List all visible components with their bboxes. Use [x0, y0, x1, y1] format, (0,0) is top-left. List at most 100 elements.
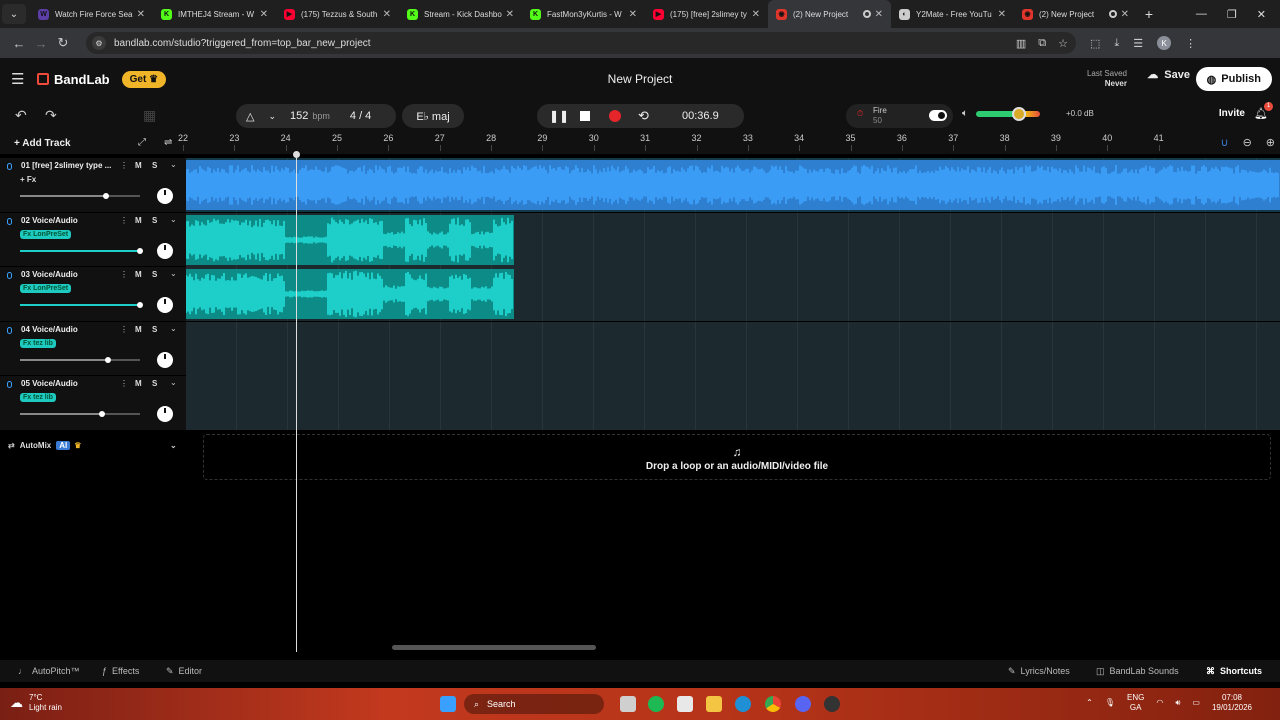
- mixer-icon[interactable]: ⇌: [164, 137, 172, 148]
- forward-icon[interactable]: →: [30, 36, 52, 51]
- browser-tab[interactable]: ▶ (175) Tezzus & South ✕: [276, 0, 399, 28]
- editor-button[interactable]: ✎ Editor: [166, 666, 202, 677]
- browser-menu-icon[interactable]: ⋮: [1185, 37, 1196, 50]
- track-lane[interactable]: [185, 212, 1280, 267]
- clock[interactable]: 07:08 19/01/2026: [1212, 693, 1252, 713]
- effects-button[interactable]: ƒ Effects: [102, 666, 139, 676]
- track-fx-button[interactable]: Fx tez lib: [20, 338, 56, 348]
- metronome-icon[interactable]: △: [246, 110, 254, 123]
- discord-icon[interactable]: [795, 696, 811, 712]
- loop-icon[interactable]: ⟲: [638, 108, 649, 124]
- language-indicator[interactable]: ENG GA: [1127, 693, 1144, 713]
- invite-button[interactable]: Invite: [1219, 108, 1245, 119]
- tab-close-icon[interactable]: ✕: [629, 9, 637, 20]
- browser-tab[interactable]: K Stream - Kick Dashbo ✕: [399, 0, 522, 28]
- tab-close-icon[interactable]: ✕: [998, 9, 1006, 20]
- track-fx-button[interactable]: Fx tez lib: [20, 393, 56, 402]
- address-bar[interactable]: ⚙ bandlab.com/studio?triggered_from=top_…: [86, 32, 1076, 54]
- track-expand-icon[interactable]: ⌄: [170, 378, 177, 387]
- volume-thumb[interactable]: [98, 411, 105, 417]
- track-volume-slider[interactable]: [20, 411, 140, 417]
- browser-tab[interactable]: ▶ (175) [free] 2slimey ty ✕: [645, 0, 768, 28]
- site-info-icon[interactable]: ⚙: [92, 36, 106, 50]
- tab-close-icon[interactable]: ✕: [506, 9, 514, 20]
- track-options-icon[interactable]: ⋮: [120, 216, 128, 225]
- install-app-icon[interactable]: ⧉: [1038, 37, 1046, 50]
- browser-tab[interactable]: W Watch Fire Force Sea ✕: [30, 0, 153, 28]
- undo-icon[interactable]: ↶: [15, 107, 27, 124]
- pan-knob[interactable]: [157, 188, 173, 204]
- track-volume-slider[interactable]: [20, 247, 143, 254]
- weather-widget[interactable]: ☁ 7°C Light rain: [10, 693, 62, 713]
- track-name[interactable]: 03 Voice/Audio: [21, 270, 117, 279]
- key-selector[interactable]: E♭ maj: [402, 104, 464, 128]
- lyrics-notes-button[interactable]: ✎ Lyrics/Notes: [1008, 666, 1070, 677]
- track-header[interactable]: 01 [free] 2slimey type ... ⋮ M S ⌄ + Fx: [0, 158, 186, 213]
- track-volume-slider[interactable]: [20, 193, 140, 199]
- profile-avatar[interactable]: K: [1157, 36, 1172, 50]
- record-icon[interactable]: [609, 110, 621, 122]
- track-lanes[interactable]: [185, 158, 1280, 430]
- solo-button[interactable]: S: [152, 216, 157, 225]
- track-name[interactable]: 04 Voice/Audio: [21, 325, 117, 334]
- volume-thumb[interactable]: [137, 247, 143, 254]
- browser-tab[interactable]: ◉ (2) New Project ✕: [1014, 0, 1137, 28]
- store-icon[interactable]: [677, 696, 693, 712]
- audio-clip[interactable]: [185, 269, 514, 319]
- volume-slider-knob[interactable]: [1012, 106, 1026, 121]
- solo-button[interactable]: S: [152, 325, 157, 334]
- task-view-icon[interactable]: [620, 696, 636, 712]
- track-volume-slider[interactable]: [20, 302, 143, 308]
- browser-tab[interactable]: K FastMon3yKurtis - W ✕: [522, 0, 645, 28]
- speaker-mute-icon[interactable]: 🔈︎: [962, 108, 968, 119]
- stop-icon[interactable]: [580, 111, 590, 121]
- bpm-value[interactable]: 152: [290, 110, 308, 122]
- reading-mode-icon[interactable]: ▥: [1016, 37, 1026, 50]
- browser-tab[interactable]: ◐ Y2Mate - Free YouTu ✕: [891, 0, 1014, 28]
- track-name[interactable]: 02 Voice/Audio: [21, 216, 117, 225]
- track-name[interactable]: 01 [free] 2slimey type ...: [21, 161, 117, 170]
- playhead[interactable]: [293, 151, 300, 652]
- tray-chevron-icon[interactable]: ⌃: [1086, 698, 1093, 708]
- magnet-snap-icon[interactable]: ∪: [1221, 136, 1229, 149]
- publish-button[interactable]: ◍ Publish: [1195, 67, 1272, 91]
- tab-close-icon[interactable]: ✕: [137, 9, 145, 20]
- tab-close-icon[interactable]: ✕: [752, 9, 760, 20]
- pan-knob[interactable]: [157, 351, 173, 368]
- volume-thumb[interactable]: [137, 302, 143, 308]
- tab-close-icon[interactable]: ✕: [875, 9, 883, 20]
- get-membership-button[interactable]: Get ♛: [121, 70, 167, 88]
- tab-search-button[interactable]: ⌄: [2, 4, 26, 24]
- tab-close-icon[interactable]: ✕: [260, 9, 268, 20]
- speaker-icon[interactable]: 🔊︎: [1175, 698, 1180, 708]
- track-expand-icon[interactable]: ⌄: [170, 324, 177, 333]
- mute-button[interactable]: M: [135, 216, 142, 225]
- drop-zone[interactable]: ♫ Drop a loop or an audio/MIDI/video fil…: [203, 434, 1271, 480]
- pan-knob[interactable]: [157, 406, 173, 422]
- browser-tab[interactable]: ◉ (2) New Project ✕: [768, 0, 891, 28]
- new-tab-button[interactable]: +: [1137, 6, 1161, 22]
- track-header[interactable]: 02 Voice/Audio ⋮ M S ⌄ Fx LonPreSet: [0, 213, 186, 267]
- track-options-icon[interactable]: ⋮: [120, 379, 128, 388]
- microphone-icon[interactable]: 🎙︎: [1105, 698, 1115, 708]
- file-explorer-icon[interactable]: [706, 696, 722, 712]
- automix-chevron-icon[interactable]: ⌄: [170, 441, 177, 450]
- menu-hamburger-icon[interactable]: ☰: [11, 70, 27, 88]
- time-signature[interactable]: 4 / 4: [350, 110, 371, 122]
- autopitch-button[interactable]: ♩ AutoPitch™: [18, 666, 80, 676]
- windows-start-icon[interactable]: [440, 696, 456, 712]
- back-icon[interactable]: ←: [8, 36, 30, 51]
- track-name[interactable]: 05 Voice/Audio: [21, 379, 117, 388]
- minimize-icon[interactable]: —: [1196, 8, 1207, 21]
- notifications-bell-icon[interactable]: 🔔︎ 1: [1254, 102, 1273, 120]
- track-fx-button[interactable]: Fx LonPreSet: [20, 284, 72, 293]
- timeline-ruler[interactable]: 22 23 24 25 26 27 28 29 30 31 32 33 34 35 36 37 38 39 40 41…: [178, 132, 1280, 154]
- metronome-dropdown-icon[interactable]: ⌄: [268, 111, 276, 122]
- tab-close-icon[interactable]: ✕: [383, 9, 391, 20]
- keyboard-icon[interactable]: ▦: [143, 107, 156, 124]
- track-header[interactable]: 03 Voice/Audio ⋮ M S ⌄ Fx LonPreSet: [0, 267, 186, 322]
- solo-button[interactable]: S: [152, 270, 157, 279]
- track-lane[interactable]: [185, 267, 1280, 321]
- track-fx-button[interactable]: Fx LonPreSet: [20, 229, 72, 239]
- track-options-icon[interactable]: ⋮: [120, 325, 128, 334]
